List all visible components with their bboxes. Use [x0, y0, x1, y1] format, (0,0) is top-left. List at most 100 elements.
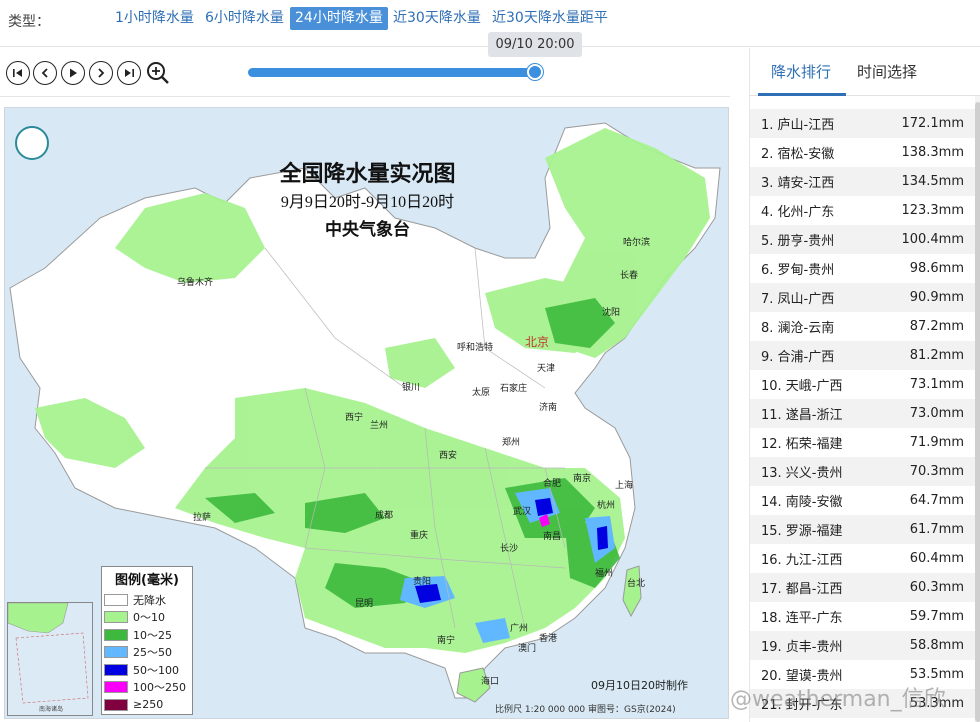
station-name: 3. 靖安-江西	[761, 176, 835, 191]
prev-icon	[41, 68, 48, 78]
precip-value: 73.1mm	[909, 377, 964, 392]
type-option-1h[interactable]: 1小时降水量	[110, 7, 199, 30]
ranking-row[interactable]: 19. 贞丰-贵州 58.8mm	[750, 631, 976, 660]
type-option-6h[interactable]: 6小时降水量	[200, 7, 289, 30]
tab-ranking[interactable]: 降水排行	[771, 61, 831, 82]
ranking-row[interactable]: 3. 靖安-江西 134.5mm	[750, 167, 976, 196]
precip-value: 100.4mm	[901, 232, 964, 247]
station-name: 8. 澜沧-云南	[761, 321, 835, 336]
station-name: 13. 兴义-贵州	[761, 466, 843, 481]
legend-item: 0～10	[102, 609, 192, 627]
legend-label: 无降水	[133, 593, 166, 607]
ranking-row[interactable]: 5. 册亨-贵州 100.4mm	[750, 225, 976, 254]
legend-label: ≥250	[133, 698, 164, 712]
precip-value: 123.3mm	[901, 203, 964, 218]
type-option-30d[interactable]: 近30天降水量	[388, 7, 486, 30]
precip-value: 134.5mm	[901, 174, 964, 189]
ranking-row[interactable]: 14. 南陵-安徽 64.7mm	[750, 486, 976, 515]
ranking-row[interactable]: 9. 合浦-广西 81.2mm	[750, 341, 976, 370]
station-name: 19. 贞丰-贵州	[761, 640, 843, 655]
ranking-row[interactable]: 15. 罗源-福建 61.7mm	[750, 515, 976, 544]
next-frame-button[interactable]	[89, 61, 113, 85]
ranking-row[interactable]: 18. 连平-广东 59.7mm	[750, 602, 976, 631]
scrollbar-thumb[interactable]	[975, 102, 980, 722]
last-frame-button[interactable]	[117, 61, 141, 85]
play-button[interactable]	[61, 61, 85, 85]
station-name: 1. 庐山-江西	[761, 118, 835, 133]
station-name: 7. 凤山-广西	[761, 292, 835, 307]
precip-value: 60.4mm	[909, 551, 964, 566]
legend-title: 图例(毫米)	[115, 573, 179, 588]
map-subtitle: 9月9日20时-9月10日20时	[280, 194, 455, 211]
ranking-panel: 降水排行 时间选择 1. 庐山-江西 172.1mm 2. 宿松-安徽 138.3mm…	[749, 48, 980, 722]
ranking-row[interactable]: 16. 九江-江西 60.4mm	[750, 544, 976, 573]
city-label: 南宁	[437, 636, 456, 646]
legend-item: ≥250	[102, 696, 192, 714]
ranking-row[interactable]: 2. 宿松-安徽 138.3mm	[750, 138, 976, 167]
timeline-handle[interactable]	[527, 64, 544, 80]
precip-value: 59.7mm	[909, 609, 964, 624]
precip-value: 71.9mm	[909, 435, 964, 450]
city-label: 南京	[573, 474, 592, 484]
precip-value: 138.3mm	[901, 145, 964, 160]
station-name: 17. 都昌-江西	[761, 582, 843, 597]
ranking-row[interactable]: 8. 澜沧-云南 87.2mm	[750, 312, 976, 341]
legend-item: 10～25	[102, 626, 192, 644]
legend-swatch	[104, 611, 128, 624]
precip-value: 172.1mm	[901, 116, 964, 131]
tab-time-select[interactable]: 时间选择	[857, 61, 917, 82]
ranking-row[interactable]: 13. 兴义-贵州 70.3mm	[750, 457, 976, 486]
map-legend: 图例(毫米) 无降水 0～10 10～25 25～50 50～100 100～250 ≥25…	[101, 566, 193, 715]
legend-label: 25～50	[133, 646, 172, 660]
city-label: 北京	[525, 335, 550, 349]
city-label: 太原	[472, 388, 491, 398]
city-label: 合肥	[543, 479, 562, 489]
city-label: 昆明	[355, 599, 374, 609]
city-label: 济南	[539, 403, 558, 413]
ranking-row[interactable]: 12. 柘荣-福建 71.9mm	[750, 428, 976, 457]
map-title: 全国降水量实况图	[279, 161, 456, 186]
city-label: 石家庄	[500, 384, 528, 394]
station-name: 18. 连平-广东	[761, 611, 843, 626]
station-name: 2. 宿松-安徽	[761, 147, 835, 162]
ranking-row[interactable]: 7. 凤山-广西 90.9mm	[750, 283, 976, 312]
ranking-row[interactable]: 6. 罗甸-贵州 98.6mm	[750, 254, 976, 283]
map-scale: 比例尺 1:20 000 000 审图号：GS京(2024)	[495, 705, 676, 715]
station-name: 11. 遂昌-浙江	[761, 408, 843, 423]
ranking-scrollbar[interactable]	[975, 96, 980, 722]
last-icon	[125, 69, 134, 77]
legend-swatch	[104, 681, 128, 694]
ranking-row[interactable]: 17. 都昌-江西 60.3mm	[750, 573, 976, 602]
legend-swatch	[104, 593, 128, 606]
ranking-row[interactable]: 11. 遂昌-浙江 73.0mm	[750, 399, 976, 428]
station-name: 12. 柘荣-福建	[761, 437, 843, 452]
legend-swatch	[104, 628, 128, 641]
south-china-sea-inset: 南海诸岛	[7, 602, 93, 716]
precip-value: 90.9mm	[909, 290, 964, 305]
city-label: 重庆	[410, 531, 429, 541]
city-label: 台北	[627, 579, 646, 589]
type-option-30d-anomaly[interactable]: 近30天降水量距平	[487, 7, 613, 30]
precip-value: 81.2mm	[909, 348, 964, 363]
prev-frame-button[interactable]	[33, 61, 57, 85]
station-name: 5. 册亨-贵州	[761, 234, 835, 249]
ranking-row[interactable]: 1. 庐山-江西 172.1mm	[750, 109, 976, 138]
city-label: 乌鲁木齐	[177, 278, 214, 288]
time-tooltip: 09/10 20:00	[488, 32, 582, 57]
city-label: 西宁	[345, 413, 364, 423]
city-label: 成都	[375, 511, 394, 521]
zoom-button[interactable]	[145, 60, 171, 86]
first-frame-button[interactable]	[6, 61, 30, 85]
play-icon	[70, 68, 77, 78]
station-name: 16. 九江-江西	[761, 553, 843, 568]
city-label: 南昌	[543, 532, 562, 542]
station-name: 6. 罗甸-贵州	[761, 263, 835, 278]
city-label: 呼和浩特	[457, 343, 494, 353]
precip-value: 64.7mm	[909, 493, 964, 508]
city-label: 沈阳	[602, 308, 621, 318]
timeline-track[interactable]	[248, 64, 544, 80]
ranking-row[interactable]: 10. 天峨-广西 73.1mm	[750, 370, 976, 399]
precip-value: 53.5mm	[909, 667, 964, 682]
ranking-row[interactable]: 4. 化州-广东 123.3mm	[750, 196, 976, 225]
type-option-24h[interactable]: 24小时降水量	[290, 7, 388, 30]
